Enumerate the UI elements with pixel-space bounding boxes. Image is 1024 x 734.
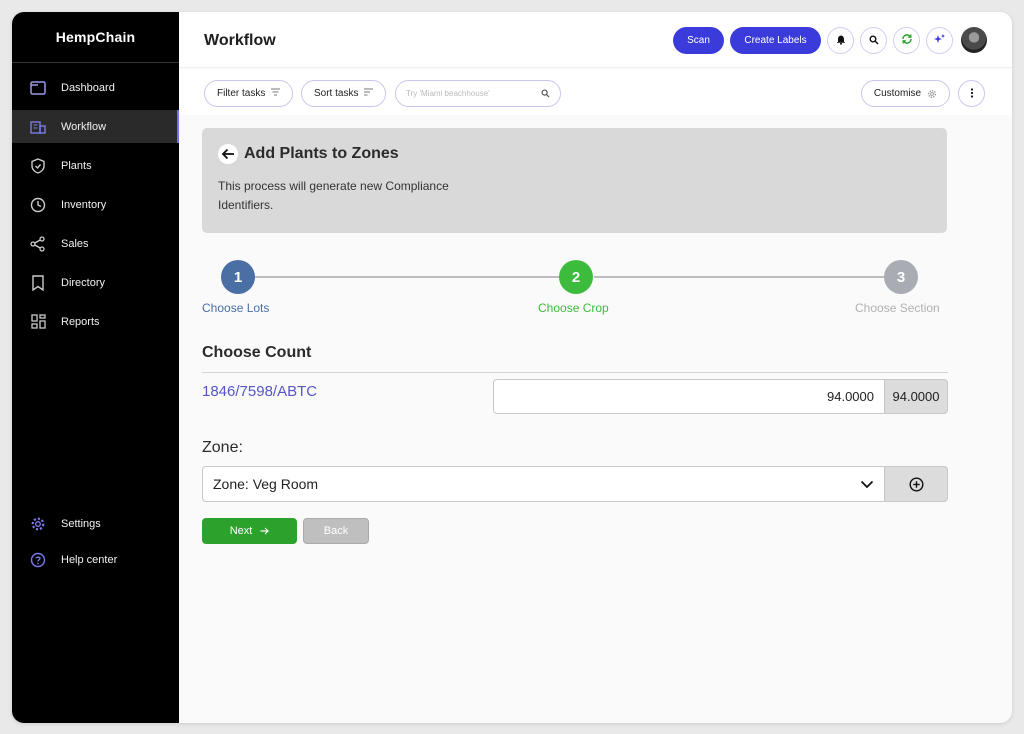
page-title: Workflow [204,32,276,49]
bookmark-icon [30,274,46,291]
stepper-line [250,276,560,278]
avatar[interactable] [961,27,987,53]
zone-label: Zone: [202,439,243,456]
grid-icon [30,314,46,330]
next-button[interactable]: Next [202,518,297,544]
step-1-label[interactable]: Choose Lots [202,301,269,315]
sidebar: HempChain Dashboard Workflow Plants Inve… [12,12,179,723]
back-button[interactable]: Back [303,518,369,544]
customise-label: Customise [873,88,922,99]
progress-stepper: 1 Choose Lots 2 Choose Crop 3 Choose Sec… [202,258,948,338]
create-labels-button[interactable]: Create Labels [730,27,821,54]
back-arrow-button[interactable] [218,144,238,164]
bell-icon [836,32,846,50]
search-input[interactable] [406,89,541,98]
next-label: Next [229,525,253,537]
top-header: Workflow Scan Create Labels [179,12,1012,68]
zone-row: Zone: Veg Room [202,466,948,502]
sidebar-nav: Dashboard Workflow Plants Inventory Sale… [12,71,179,338]
share-icon [30,235,46,252]
shield-icon [30,157,46,174]
step-3-label[interactable]: Choose Section [855,301,940,315]
sort-tasks-button[interactable]: Sort tasks [301,80,387,107]
banner-title-row: Add Plants to Zones [218,144,931,164]
sidebar-item-label: Sales [61,237,89,250]
sidebar-item-label: Settings [61,518,101,530]
banner-description: This process will generate new Complianc… [218,179,449,212]
sidebar-item-label: Help center [61,554,118,566]
filter-icon [271,88,281,99]
sidebar-bottom: Settings Help center [12,509,179,581]
arrow-right-icon [260,527,270,535]
arrow-left-icon [221,148,235,160]
step-3-circle[interactable]: 3 [884,260,918,294]
count-max-addon: 94.0000 [885,379,948,414]
zone-select[interactable]: Zone: Veg Room [202,466,885,502]
search-icon[interactable] [541,85,550,103]
zone-selected-value: Zone: Veg Room [213,476,319,492]
clock-icon [30,197,46,213]
step-2-label[interactable]: Choose Crop [538,301,609,315]
app-window: HempChain Dashboard Workflow Plants Inve… [12,12,1012,723]
sort-icon [364,88,374,99]
step-2-circle[interactable]: 2 [559,260,593,294]
banner-title: Add Plants to Zones [244,145,399,162]
notifications-button[interactable] [827,27,854,54]
sidebar-item-directory[interactable]: Directory [12,266,179,299]
sidebar-item-label: Plants [61,159,92,172]
step-1-circle[interactable]: 1 [221,260,255,294]
dashboard-icon [30,80,46,96]
sidebar-item-reports[interactable]: Reports [12,305,179,338]
sidebar-item-settings[interactable]: Settings [12,509,179,539]
gear-icon [30,516,46,532]
search-button[interactable] [860,27,887,54]
sidebar-item-inventory[interactable]: Inventory [12,188,179,221]
plus-circle-icon [908,476,924,492]
filter-tasks-button[interactable]: Filter tasks [204,80,294,107]
scan-button[interactable]: Scan [673,27,724,54]
refresh-icon [901,32,913,50]
search-icon [869,32,879,50]
brand-logo: HempChain [12,12,179,63]
stepper-line [594,276,894,278]
sync-button[interactable] [893,27,920,54]
sidebar-item-help-center[interactable]: Help center [12,545,179,575]
help-icon [30,552,46,568]
task-toolbar: Filter tasks Sort tasks Customise [179,69,1012,115]
more-options-button[interactable] [958,80,985,107]
count-input[interactable] [493,379,885,414]
count-row: 1846/7598/ABTC 94.0000 [202,373,948,433]
sparkle-icon [933,32,946,50]
chevron-down-icon [860,480,874,489]
add-zone-button[interactable] [885,466,948,502]
sidebar-item-sales[interactable]: Sales [12,227,179,260]
sidebar-item-workflow[interactable]: Workflow [12,110,179,143]
sidebar-item-label: Workflow [61,120,107,133]
sidebar-item-label: Directory [61,276,106,289]
workflow-icon [30,119,46,135]
customise-button[interactable]: Customise [861,80,950,107]
sidebar-item-plants[interactable]: Plants [12,149,179,182]
sidebar-item-label: Inventory [61,198,107,211]
more-vertical-icon [970,87,974,101]
sidebar-item-label: Reports [61,315,100,328]
gear-icon [927,89,937,99]
sidebar-item-dashboard[interactable]: Dashboard [12,71,179,104]
form-actions: Next Back [202,518,948,548]
sort-label: Sort tasks [314,88,359,99]
sidebar-item-label: Dashboard [61,81,115,94]
sparkle-button[interactable] [926,27,953,54]
search-box [395,80,561,107]
process-banner: Add Plants to Zones This process will ge… [202,128,947,233]
lot-code: 1846/7598/ABTC [202,383,318,400]
main-content: Add Plants to Zones This process will ge… [202,128,948,548]
filter-label: Filter tasks [217,88,266,99]
choose-count-title: Choose Count [202,344,948,373]
